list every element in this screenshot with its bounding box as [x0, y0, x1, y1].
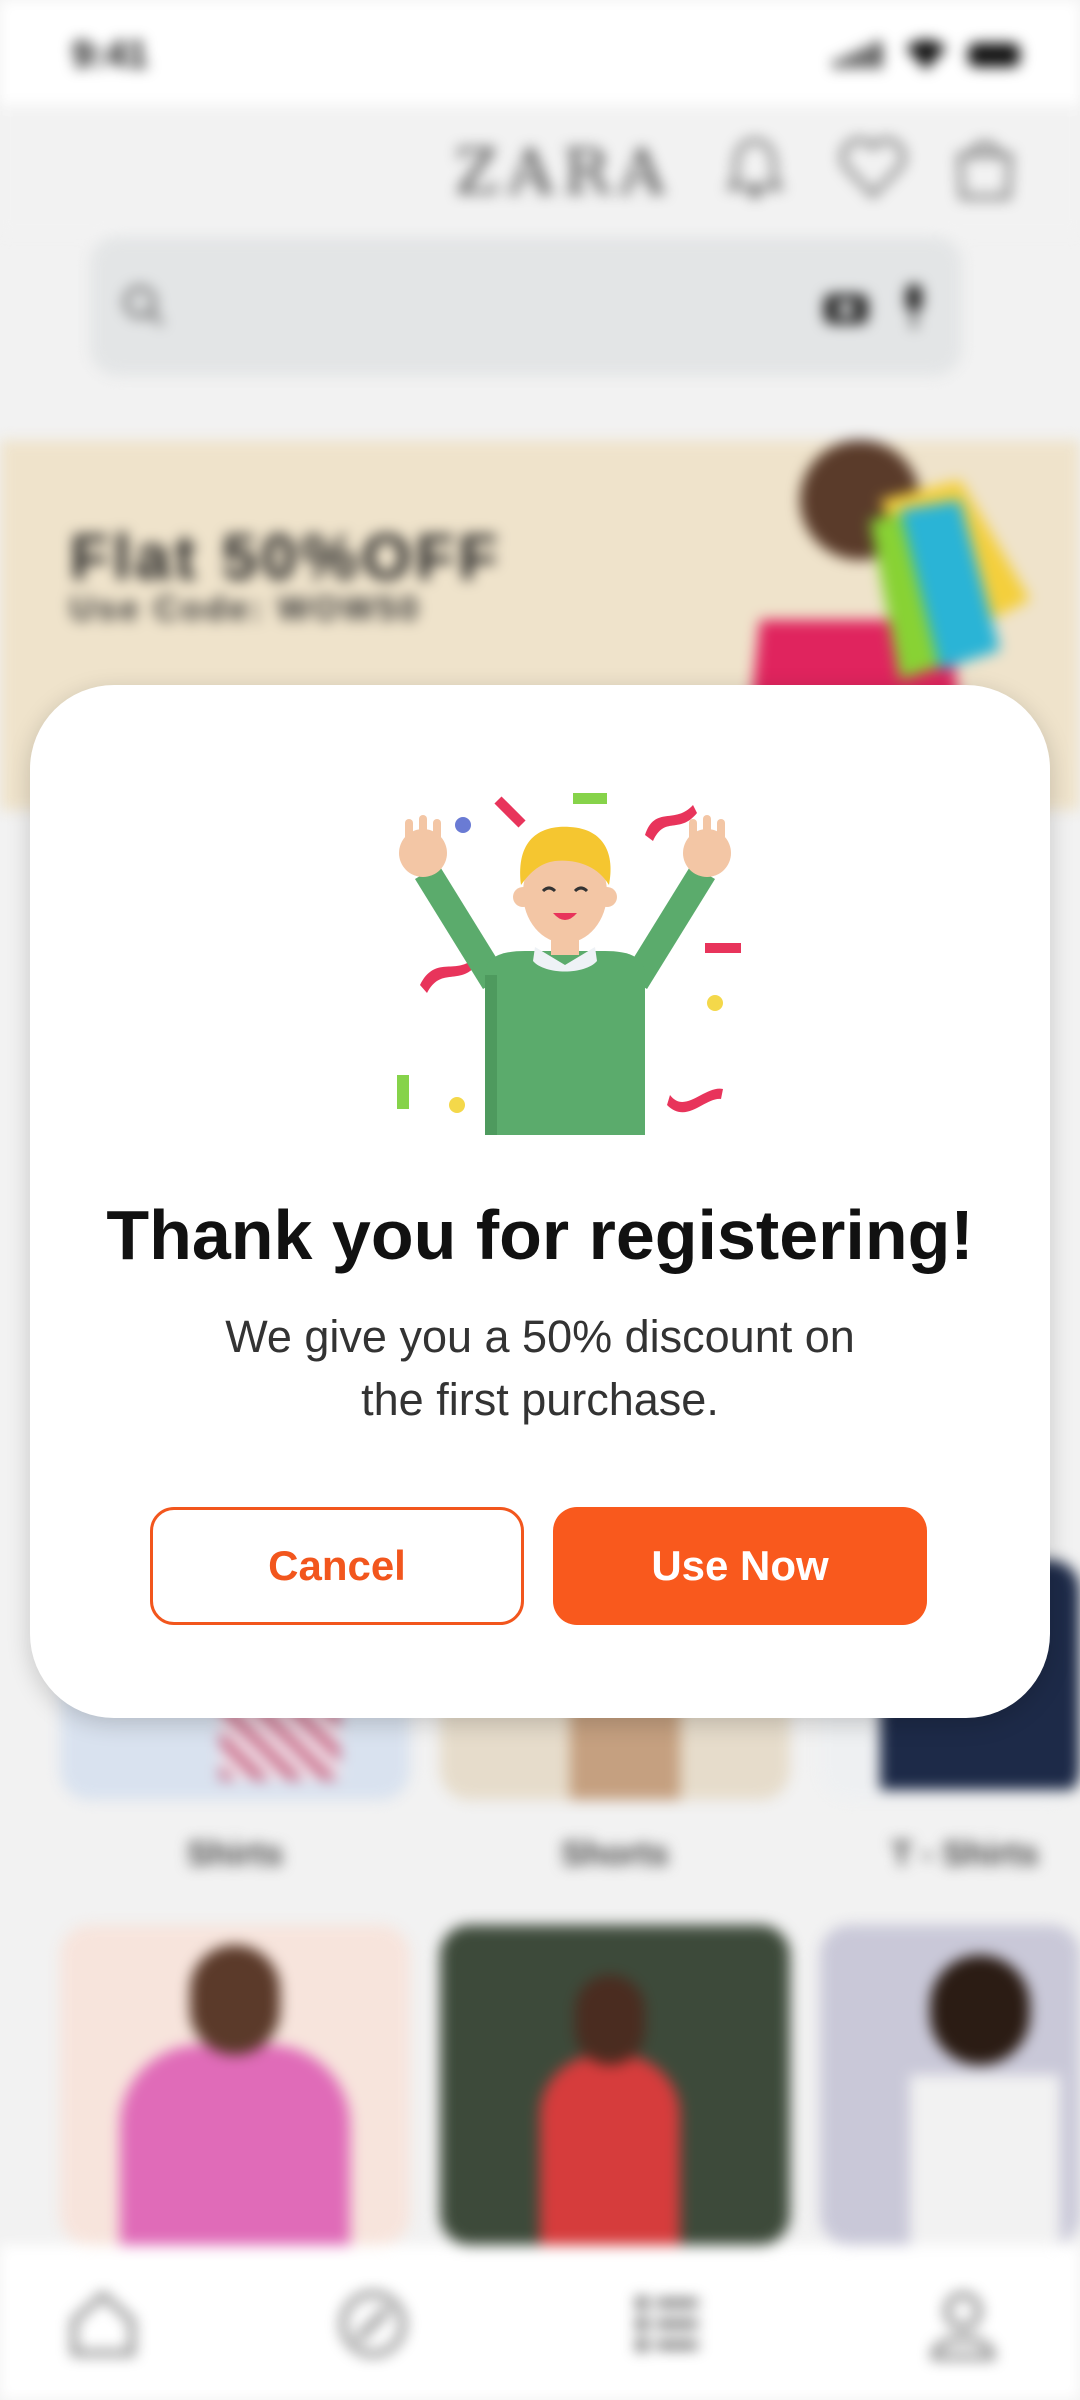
- registration-success-dialog: Thank you for registering! We give you a…: [30, 685, 1050, 1718]
- dialog-message: We give you a 50% discount on the first …: [190, 1305, 890, 1431]
- dialog-message-line-2: the first purchase.: [361, 1374, 719, 1425]
- dialog-message-line-1: We give you a 50% discount on: [225, 1311, 855, 1362]
- celebration-illustration: [397, 793, 741, 1135]
- dialog-title: Thank you for registering!: [106, 1196, 974, 1274]
- use-now-button[interactable]: Use Now: [553, 1507, 927, 1625]
- cancel-button[interactable]: Cancel: [150, 1507, 524, 1625]
